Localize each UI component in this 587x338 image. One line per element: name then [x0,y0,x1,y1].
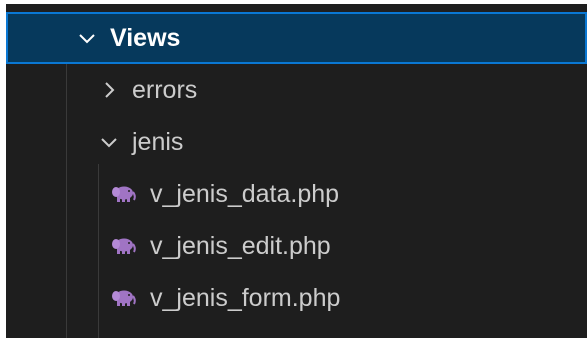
chevron-down-icon [76,27,98,49]
file-label: v_jenis_form.php [150,283,341,312]
folder-views[interactable]: Views [6,12,587,64]
file-label: v_jenis_data.php [150,179,340,208]
chevron-down-icon [98,131,120,153]
php-elephant-icon [110,235,138,257]
file-label: v_jenis_edit.php [150,231,331,260]
chevron-right-icon [98,79,120,101]
folder-jenis[interactable]: jenis [6,116,587,168]
php-elephant-icon [110,287,138,309]
file-item[interactable]: v_jenis_data.php [6,168,587,220]
file-item[interactable]: v_jenis_form.php [6,272,587,324]
folder-label: jenis [132,127,184,156]
folder-label: Views [110,23,181,52]
file-explorer-tree: Views errors jenis v_jenis_data.php v_je… [6,4,587,338]
php-elephant-icon [110,183,138,205]
folder-label: errors [132,75,198,104]
folder-errors[interactable]: errors [6,64,587,116]
file-item[interactable]: v_jenis_edit.php [6,220,587,272]
